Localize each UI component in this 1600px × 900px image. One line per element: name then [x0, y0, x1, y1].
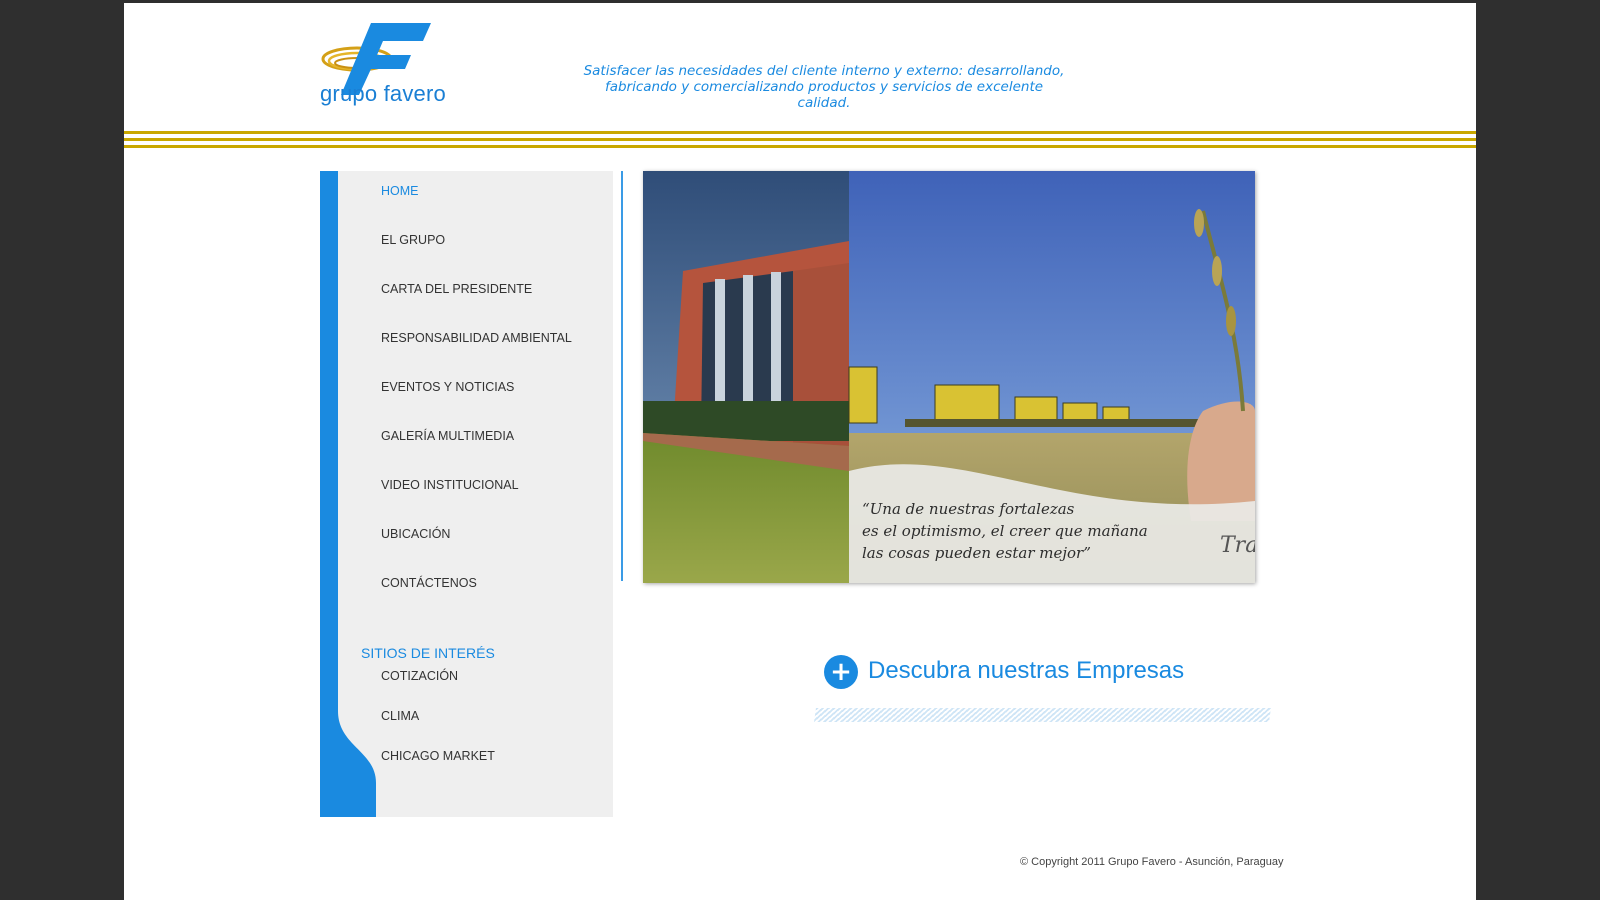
decorative-hatch-bar	[814, 708, 1271, 722]
nav-item-home[interactable]: HOME	[381, 184, 419, 198]
hero-quote: “Una de nuestras fortalezas es el optimi…	[862, 498, 1148, 564]
quote-line: “Una de nuestras fortalezas	[862, 500, 1075, 518]
copyright-text: © Copyright 2011 Grupo Favero - Asunción…	[1020, 856, 1284, 868]
nav-item-galeria-multimedia[interactable]: GALERÍA MULTIMEDIA	[381, 429, 514, 443]
mission-line: calidad.	[797, 95, 851, 111]
nav-item-ubicacion[interactable]: UBICACIÓN	[381, 527, 450, 541]
nav-item-responsabilidad-ambiental[interactable]: RESPONSABILIDAD AMBIENTAL	[381, 331, 572, 345]
mission-line: Satisfacer las necesidades del cliente i…	[583, 63, 1065, 79]
nav-item-video-institucional[interactable]: VIDEO INSTITUCIONAL	[381, 478, 519, 492]
quote-signature: Tra	[1220, 533, 1255, 558]
mission-line: fabricando y comercializando productos y…	[604, 79, 1044, 95]
hero-banner: “Una de nuestras fortalezas es el optimi…	[643, 171, 1255, 583]
sites-of-interest-heading: SITIOS DE INTERÉS	[361, 645, 495, 661]
nav-item-eventos-y-noticias[interactable]: EVENTOS Y NOTICIAS	[381, 380, 514, 394]
page: grupo favero Satisfacer las necesidades …	[124, 3, 1476, 900]
brand-name: grupo favero	[320, 81, 446, 106]
mission-statement: Satisfacer las necesidades del cliente i…	[549, 63, 1099, 111]
header-divider	[124, 131, 1476, 155]
sites-item-chicago-market[interactable]: CHICAGO MARKET	[381, 749, 495, 763]
nav-item-contactenos[interactable]: CONTÁCTENOS	[381, 576, 477, 590]
sites-item-clima[interactable]: CLIMA	[381, 709, 419, 723]
nav-item-carta-del-presidente[interactable]: CARTA DEL PRESIDENTE	[381, 282, 532, 296]
content-divider	[621, 171, 623, 581]
discover-companies-label: Descubra nuestras Empresas	[868, 657, 1185, 684]
sites-item-cotizacion[interactable]: COTIZACIÓN	[381, 669, 458, 683]
sidebar-accent-shape	[320, 171, 376, 817]
nav-item-el-grupo[interactable]: EL GRUPO	[381, 233, 445, 247]
quote-line: las cosas pueden estar mejor”	[862, 544, 1091, 562]
quote-line: es el optimismo, el creer que mañana	[862, 522, 1148, 540]
sidebar: HOME EL GRUPO CARTA DEL PRESIDENTE RESPO…	[320, 171, 613, 817]
plus-circle-icon: +	[824, 655, 858, 689]
